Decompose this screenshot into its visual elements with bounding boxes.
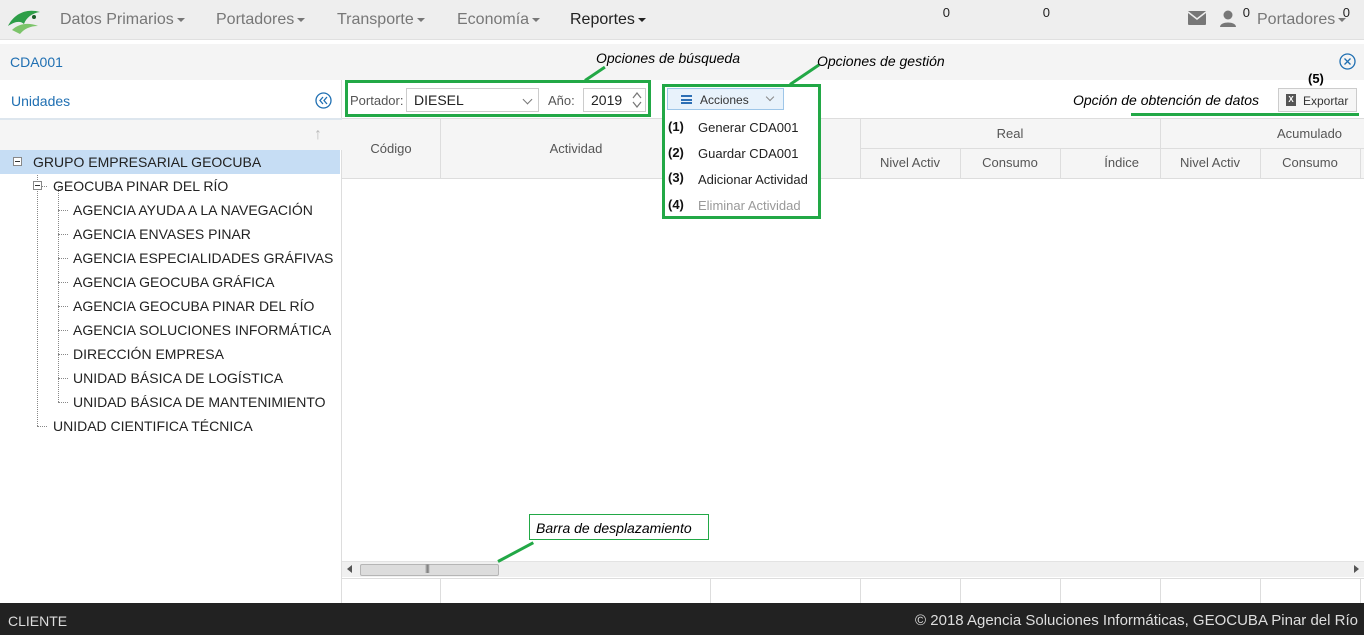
tree-node-unit[interactable]: UNIDAD BÁSICA DE MANTENIMIENTO — [0, 390, 326, 414]
tree-node-unit[interactable]: AGENCIA ENVASES PINAR — [0, 222, 251, 246]
total-cell: 0 — [942, 5, 950, 20]
column-header-consumo-acum[interactable]: Consumo — [1260, 155, 1360, 170]
annotation-box-barra: Barra de desplazamiento — [529, 514, 709, 540]
footer-client-label: CLIENTE — [8, 613, 68, 629]
tree-node-grupo-geocuba[interactable]: GRUPO EMPRESARIAL GEOCUBA — [0, 150, 340, 174]
menu-transporte[interactable]: Transporte — [337, 0, 425, 40]
caret-down-icon — [297, 17, 306, 22]
column-group-real: Real — [996, 126, 1024, 141]
column-header-nivel-activ-acum[interactable]: Nivel Activ — [1160, 155, 1260, 170]
tree-node-unidad-cientifica[interactable]: UNIDAD CIENTIFICA TÉCNICA — [0, 414, 253, 438]
export-button[interactable]: X Exportar — [1278, 88, 1357, 112]
units-panel: Unidades ↑ GRUPO EMPRESARIAL GEOCUBA GEO… — [0, 80, 342, 603]
menu-reportes[interactable]: Reportes — [570, 0, 646, 40]
scroll-thumb[interactable]: ||| — [360, 563, 499, 576]
column-divider — [1260, 578, 1261, 603]
footer-copyright: © 2018 Agencia Soluciones Informáticas, … — [915, 612, 1358, 629]
close-icon[interactable] — [1339, 53, 1356, 70]
column-divider — [860, 578, 861, 603]
annotation-connector — [497, 541, 535, 563]
column-header-indice[interactable]: Índice — [1060, 155, 1160, 170]
tree-collapse-icon[interactable] — [33, 181, 42, 190]
scroll-right-arrow-icon[interactable] — [1354, 565, 1359, 573]
annotation-obtencion: Opción de obtención de datos — [1073, 92, 1260, 108]
annotation-busqueda: Opciones de búsqueda — [596, 50, 740, 66]
tree-node-unit[interactable]: AGENCIA ESPECIALIDADES GRÁFIVAS — [0, 246, 333, 270]
total-cell: 0 — [1042, 5, 1050, 20]
tree-node-unit[interactable]: DIRECCIÓN EMPRESA — [0, 342, 224, 366]
page-title: CDA001 — [10, 54, 63, 70]
scroll-left-arrow-icon[interactable] — [347, 565, 352, 573]
menu-economia[interactable]: Economía — [457, 0, 541, 40]
column-divider — [1360, 148, 1361, 179]
caret-down-icon — [532, 17, 541, 22]
tree-collapse-icon[interactable] — [13, 157, 22, 166]
footer: CLIENTE © 2018 Agencia Soluciones Inform… — [0, 603, 1364, 635]
geocuba-logo-icon[interactable] — [4, 4, 44, 36]
column-divider — [710, 578, 711, 603]
column-divider — [960, 578, 961, 603]
total-cell: 0 — [1342, 5, 1350, 20]
column-header-nivel-activ[interactable]: Nivel Activ — [860, 155, 960, 170]
header-divider — [860, 148, 1364, 149]
column-group-acumulado: Acumulado — [1277, 126, 1343, 141]
annotation-box-gestion — [662, 84, 821, 219]
totals-row — [342, 578, 1364, 603]
tree-node-unit[interactable]: AGENCIA SOLUCIONES INFORMÁTICA — [0, 318, 331, 342]
caret-down-icon — [176, 17, 185, 22]
column-divider — [440, 578, 441, 603]
tree-node-unit[interactable]: AGENCIA GEOCUBA GRÁFICA — [0, 270, 275, 294]
annotation-box-busqueda — [345, 80, 651, 117]
tree-node-unit[interactable]: AGENCIA GEOCUBA PINAR DEL RÍO — [0, 294, 314, 318]
column-header-consumo[interactable]: Consumo — [960, 155, 1060, 170]
total-cell: 0 — [1242, 5, 1250, 20]
column-divider — [1160, 578, 1161, 603]
column-divider — [1060, 578, 1061, 603]
column-divider — [1360, 578, 1361, 603]
units-panel-title: Unidades — [11, 93, 71, 109]
horizontal-scrollbar[interactable]: ||| — [342, 561, 1364, 577]
collapse-left-icon[interactable] — [315, 92, 332, 109]
annotation-number-export: (5) — [1308, 71, 1324, 86]
column-header-codigo[interactable]: Código — [342, 141, 440, 156]
caret-down-icon — [416, 17, 425, 22]
annotation-barra: Barra de desplazamiento — [536, 520, 692, 536]
tree-node-unit[interactable]: UNIDAD BÁSICA DE LOGÍSTICA — [0, 366, 283, 390]
excel-icon: X — [1286, 94, 1296, 106]
annotation-underline — [1131, 113, 1359, 116]
menu-datos-primarios[interactable]: Datos Primarios — [60, 0, 185, 40]
grip-icon: ||| — [425, 563, 430, 573]
menu-portadores[interactable]: Portadores — [216, 0, 306, 40]
sort-up-arrow-icon[interactable]: ↑ — [314, 126, 322, 144]
tree-header — [0, 120, 342, 150]
caret-down-icon — [637, 17, 646, 22]
tree-node-unit[interactable]: AGENCIA AYUDA A LA NAVEGACIÓN — [0, 198, 313, 222]
annotation-gestion: Opciones de gestión — [817, 53, 945, 69]
